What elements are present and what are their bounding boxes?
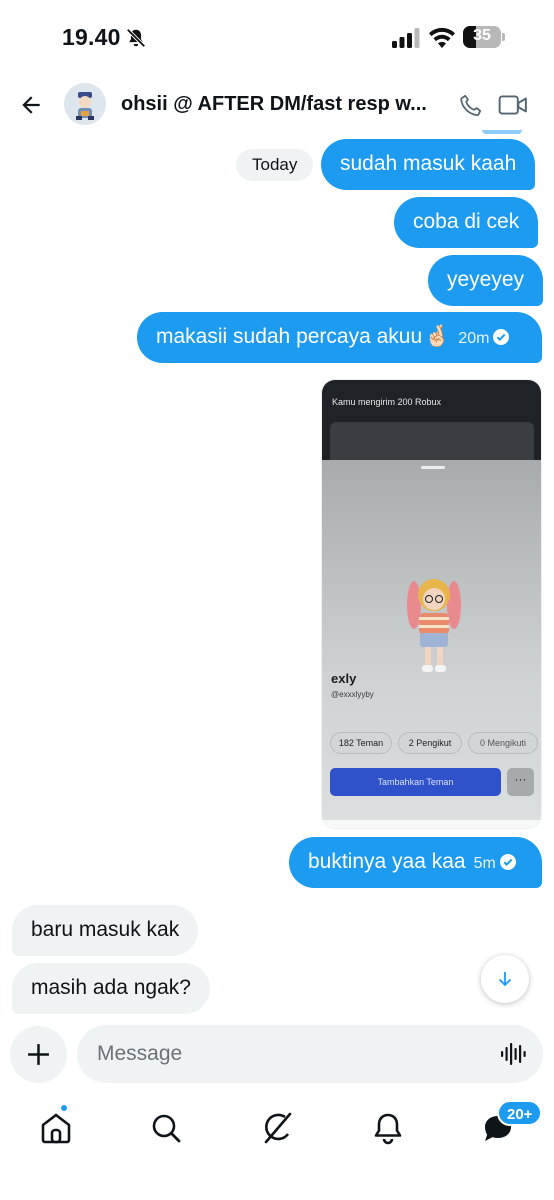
profile-username: @exxxlyyby — [331, 690, 374, 699]
grok-icon[interactable] — [257, 1108, 297, 1148]
emoji: 🤞🏻 — [424, 325, 451, 348]
search-icon[interactable] — [146, 1108, 186, 1148]
message-bubble[interactable]: coba di cek — [394, 197, 539, 248]
conversation-title[interactable]: ohsii @ AFTER DM/fast resp w... — [121, 93, 436, 116]
stat-friends: 182 Teman — [330, 732, 392, 754]
more-button: ··· — [507, 768, 534, 796]
arrow-down-icon — [498, 972, 512, 987]
battery-icon: 35 — [463, 26, 505, 48]
message-text: sudah masuk kaah — [340, 152, 517, 175]
composer — [0, 1024, 554, 1086]
day-separator: Today — [236, 149, 314, 181]
message-bubble[interactable]: baru masuk kak — [12, 905, 199, 956]
read-check-icon — [493, 329, 510, 345]
scroll-to-bottom-button[interactable] — [481, 955, 529, 1003]
bell-off-icon — [126, 28, 146, 48]
video-icon[interactable] — [498, 92, 528, 118]
signal-icon — [392, 28, 420, 48]
home-icon[interactable] — [36, 1108, 76, 1148]
stat-following: 0 Mengikuti — [468, 732, 538, 754]
voice-message-icon[interactable] — [500, 1041, 528, 1067]
avatar-figure-image — [407, 579, 461, 672]
attachment-notification: Kamu mengirim 200 Robux — [332, 397, 442, 407]
message-bubble[interactable]: masih ada ngak? — [12, 963, 210, 1014]
message-time: 5m — [473, 855, 496, 872]
avatar[interactable] — [64, 83, 106, 125]
message-text: coba di cek — [413, 210, 520, 233]
image-attachment[interactable]: Kamu mengirim 200 Robux exly @exxxlyyby … — [321, 379, 542, 829]
profile-display-name: exly — [331, 671, 357, 686]
message-text: buktinya yaa kaa — [308, 850, 466, 873]
message-bubble[interactable]: sudah masuk kaah — [321, 139, 536, 190]
status-time: 19.40 — [62, 24, 121, 50]
message-text: masih ada ngak? — [31, 976, 191, 999]
message-time: 20m — [458, 330, 490, 347]
phone-icon[interactable] — [458, 92, 484, 118]
battery-level: 35 — [473, 27, 491, 44]
add-attachment-button[interactable] — [10, 1026, 67, 1083]
message-text: makasii sudah percaya akuu — [156, 325, 423, 348]
stat-followers: 2 Pengikut — [398, 732, 462, 754]
message-bubble[interactable]: yeyeyey — [428, 255, 544, 306]
message-bubble[interactable]: makasii sudah percaya akuu🤞🏻 20m — [137, 312, 542, 363]
message-text: baru masuk kak — [31, 918, 180, 941]
previous-message-edge — [482, 130, 522, 134]
status-bar: 19.40 35 — [0, 0, 554, 76]
read-check-icon — [499, 854, 516, 870]
messages-badge: 20+ — [497, 1100, 543, 1126]
message-text: yeyeyey — [447, 268, 525, 291]
notifications-icon[interactable] — [368, 1108, 408, 1148]
add-friend-button: Tambahkan Teman — [330, 768, 501, 796]
conversation-header: ohsii @ AFTER DM/fast resp w... — [0, 76, 554, 134]
message-bubble[interactable]: buktinya yaa kaa 5m — [289, 837, 542, 888]
message-list[interactable]: Today sudah masuk kaah coba di cek yeyey… — [0, 130, 554, 1024]
plus-icon — [28, 1044, 49, 1065]
message-input[interactable] — [77, 1025, 543, 1083]
back-arrow-icon[interactable] — [18, 92, 44, 118]
home-notification-dot — [60, 1104, 68, 1112]
wifi-icon — [429, 27, 455, 48]
bottom-navigation: 20+ — [0, 1100, 554, 1200]
